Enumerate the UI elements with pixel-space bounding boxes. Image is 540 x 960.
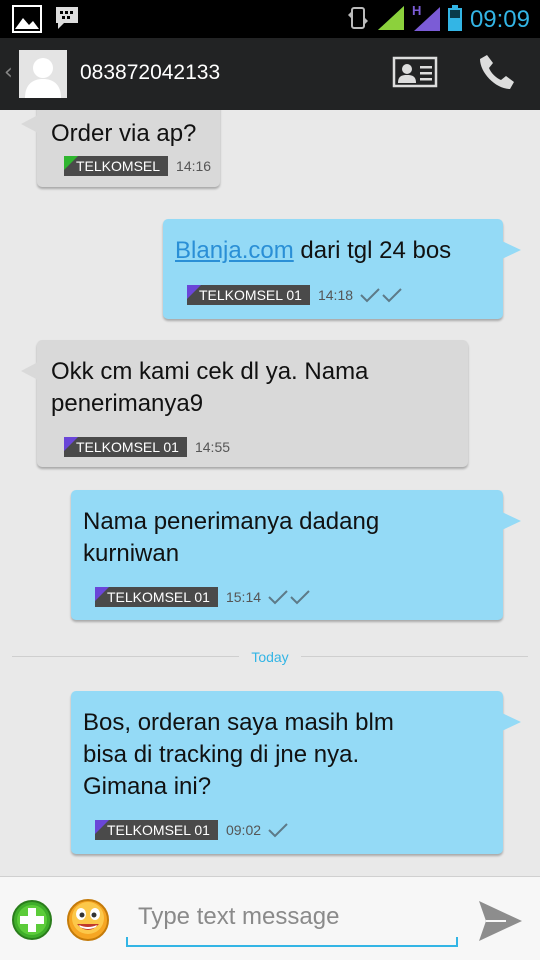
- emoji-button[interactable]: [66, 898, 110, 946]
- contact-avatar[interactable]: [19, 50, 67, 98]
- sim-label: TELKOMSEL 01: [187, 285, 310, 305]
- signal-icon: [377, 6, 404, 34]
- action-bar: ‹ 083872042133: [0, 38, 540, 110]
- message-time: 14:55: [194, 439, 231, 455]
- phone-icon: [478, 53, 516, 95]
- message-bubble-outgoing[interactable]: Blanja.com dari tgl 24 bos TELKOMSEL 01 …: [163, 219, 521, 319]
- conversation-list[interactable]: Order via ap? TELKOMSEL 14:16 Blanja.com…: [0, 110, 540, 876]
- message-link[interactable]: Blanja.com: [175, 237, 294, 264]
- message-time: 09:02: [225, 822, 262, 838]
- message-time: 15:14: [225, 589, 262, 605]
- input-edge-left: [126, 937, 128, 947]
- message-meta: TELKOMSEL 01 14:18: [187, 285, 405, 305]
- sim-label: TELKOMSEL 01: [95, 587, 218, 607]
- message-text: Okk cm kami cek dl ya. Nama penerimanya9: [51, 358, 369, 417]
- attach-button[interactable]: [11, 899, 53, 945]
- contact-number[interactable]: 083872042133: [80, 61, 220, 85]
- message-bubble-incoming[interactable]: Okk cm kami cek dl ya. Nama penerimanya9…: [21, 340, 468, 467]
- sim-label: TELKOMSEL 01: [95, 820, 218, 840]
- message-bubble-incoming[interactable]: Order via ap? TELKOMSEL 14:16: [21, 110, 220, 187]
- message-meta: TELKOMSEL 01 09:02: [95, 820, 291, 840]
- sent-check-icon: [267, 821, 291, 839]
- add-icon: [11, 900, 53, 945]
- delivered-check-icon: [267, 588, 313, 606]
- contact-card-icon: [392, 56, 438, 92]
- message-text: Blanja.com dari tgl 24 bos: [175, 237, 452, 264]
- bbm-notification-icon: [54, 5, 80, 37]
- sync-icon: [346, 5, 370, 35]
- message-text: Bos, orderan saya masih blm bisa di trac…: [83, 709, 394, 800]
- message-meta: TELKOMSEL 01 14:55: [64, 437, 230, 457]
- message-bubble-outgoing[interactable]: Nama penerimanya dadang kurniwan TELKOMS…: [71, 490, 521, 620]
- sim-label: TELKOMSEL 01: [64, 437, 187, 457]
- send-button[interactable]: [476, 899, 524, 947]
- send-icon: [476, 901, 524, 947]
- compose-bar: [0, 876, 540, 960]
- signal-h-icon: H: [411, 3, 440, 35]
- view-contact-button[interactable]: [391, 52, 439, 96]
- status-bar: H 09:09: [0, 0, 540, 38]
- message-meta: TELKOMSEL 14:16: [64, 156, 211, 176]
- message-text: Order via ap?: [51, 120, 197, 147]
- battery-icon: [447, 5, 462, 35]
- back-chevron-icon[interactable]: ‹: [4, 60, 13, 85]
- message-text: Nama penerimanya dadang kurniwan: [83, 508, 380, 567]
- delivered-check-icon: [359, 286, 405, 304]
- day-divider-label: Today: [239, 649, 301, 665]
- message-bubble-outgoing[interactable]: Bos, orderan saya masih blm bisa di trac…: [71, 691, 521, 854]
- smiley-icon: [66, 899, 110, 946]
- message-time: 14:18: [317, 287, 354, 303]
- message-meta: TELKOMSEL 01 15:14: [95, 587, 313, 607]
- clock: 09:09: [469, 6, 530, 33]
- input-edge-right: [456, 937, 458, 947]
- call-button[interactable]: [473, 52, 521, 96]
- message-time: 14:16: [176, 158, 212, 174]
- sim-label: TELKOMSEL: [64, 156, 169, 176]
- image-notification-icon: [12, 5, 42, 37]
- network-type-label: H: [411, 3, 422, 18]
- message-input[interactable]: [126, 889, 458, 947]
